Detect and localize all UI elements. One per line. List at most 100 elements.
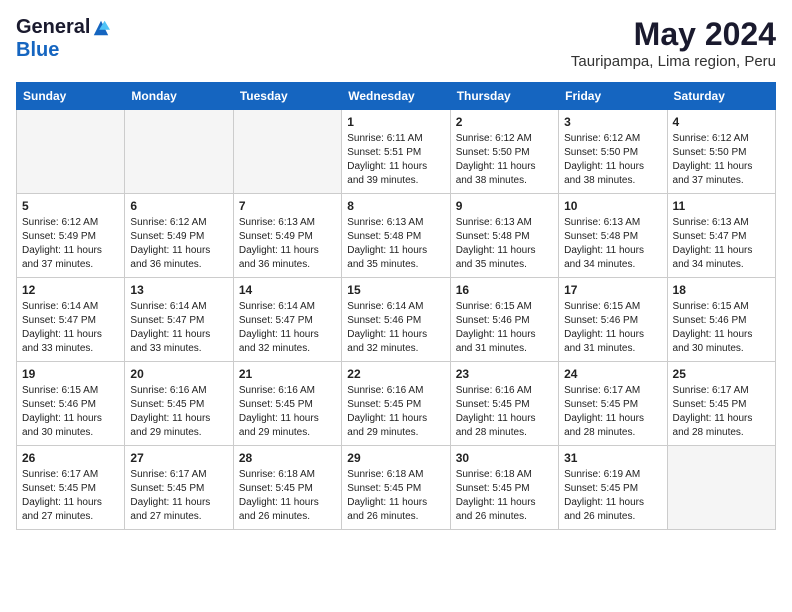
cell-content: Sunrise: 6:13 AMSunset: 5:49 PMDaylight:… [239,216,336,272]
cell-content: Sunrise: 6:12 AMSunset: 5:50 PMDaylight:… [564,132,661,188]
calendar-cell: 2Sunrise: 6:12 AMSunset: 5:50 PMDaylight… [450,110,558,194]
cell-content: Sunrise: 6:18 AMSunset: 5:45 PMDaylight:… [239,468,336,524]
day-number: 7 [239,199,336,213]
calendar-cell: 27Sunrise: 6:17 AMSunset: 5:45 PMDayligh… [125,446,233,530]
cell-content: Sunrise: 6:17 AMSunset: 5:45 PMDaylight:… [130,468,227,524]
cell-content: Sunrise: 6:12 AMSunset: 5:49 PMDaylight:… [130,216,227,272]
day-of-week-header: Monday [125,83,233,110]
calendar-cell: 13 Sunrise: 6:14 AMSunset: 5:47 PMDayligh… [125,278,233,362]
calendar-cell [17,110,125,194]
cell-content: Sunrise: 6:13 AMSunset: 5:48 PMDaylight:… [456,216,553,272]
day-number: 20 [130,367,227,381]
day-number: 25 [673,367,770,381]
day-number: 12 [22,283,119,297]
title-area: May 2024 Tauripampa, Lima region, Peru [571,16,776,70]
calendar-cell: 12 Sunrise: 6:14 AMSunset: 5:47 PMDayligh… [17,278,125,362]
day-number: 8 [347,199,444,213]
cell-content: Sunrise: 6:13 AMSunset: 5:48 PMDaylight:… [347,216,444,272]
calendar-cell: 11Sunrise: 6:13 AMSunset: 5:47 PMDayligh… [667,194,775,278]
cell-content: Sunrise: 6:14 AMSunset: 5:47 PMDaylight:… [22,300,119,356]
day-number: 18 [673,283,770,297]
day-number: 13 [130,283,227,297]
calendar-week-row: 26 Sunrise: 6:17 AMSunset: 5:45 PMDayligh… [17,446,776,530]
calendar-week-row: 12 Sunrise: 6:14 AMSunset: 5:47 PMDayligh… [17,278,776,362]
calendar-cell: 1 Sunrise: 6:11 AMSunset: 5:51 PMDaylight… [342,110,450,194]
cell-content: Sunrise: 6:14 AMSunset: 5:47 PMDaylight:… [130,300,227,356]
cell-content: Sunrise: 6:12 AMSunset: 5:50 PMDaylight:… [456,132,553,188]
logo-icon [92,19,110,37]
cell-content: Sunrise: 6:17 AMSunset: 5:45 PMDaylight:… [564,384,661,440]
day-number: 22 [347,367,444,381]
cell-content: Sunrise: 6:12 AMSunset: 5:49 PMDaylight:… [22,216,119,272]
cell-content: Sunrise: 6:15 AMSunset: 5:46 PMDaylight:… [456,300,553,356]
calendar-cell: 4 Sunrise: 6:12 AMSunset: 5:50 PMDaylight… [667,110,775,194]
day-number: 29 [347,451,444,465]
calendar-week-row: 1 Sunrise: 6:11 AMSunset: 5:51 PMDaylight… [17,110,776,194]
calendar-week-row: 19Sunrise: 6:15 AMSunset: 5:46 PMDayligh… [17,362,776,446]
calendar-cell: 21 Sunrise: 6:16 AMSunset: 5:45 PMDayligh… [233,362,341,446]
cell-content: Sunrise: 6:16 AMSunset: 5:45 PMDaylight:… [456,384,553,440]
day-number: 31 [564,451,661,465]
calendar-cell: 6 Sunrise: 6:12 AMSunset: 5:49 PMDaylight… [125,194,233,278]
cell-content: Sunrise: 6:14 AMSunset: 5:47 PMDaylight:… [239,300,336,356]
cell-content: Sunrise: 6:13 AMSunset: 5:48 PMDaylight:… [564,216,661,272]
day-number: 26 [22,451,119,465]
calendar-header-row: SundayMondayTuesdayWednesdayThursdayFrid… [17,83,776,110]
calendar-cell [667,446,775,530]
day-number: 21 [239,367,336,381]
day-number: 19 [22,367,119,381]
day-number: 15 [347,283,444,297]
cell-content: Sunrise: 6:18 AMSunset: 5:45 PMDaylight:… [456,468,553,524]
day-of-week-header: Thursday [450,83,558,110]
calendar-body: 1 Sunrise: 6:11 AMSunset: 5:51 PMDaylight… [17,110,776,530]
day-number: 4 [673,115,770,129]
calendar-cell: 18 Sunrise: 6:15 AMSunset: 5:46 PMDayligh… [667,278,775,362]
day-number: 30 [456,451,553,465]
day-of-week-header: Wednesday [342,83,450,110]
calendar-cell: 26 Sunrise: 6:17 AMSunset: 5:45 PMDayligh… [17,446,125,530]
calendar-cell: 30 Sunrise: 6:18 AMSunset: 5:45 PMDayligh… [450,446,558,530]
calendar-cell: 20 Sunrise: 6:16 AMSunset: 5:45 PMDayligh… [125,362,233,446]
calendar-cell [125,110,233,194]
day-number: 3 [564,115,661,129]
calendar-cell: 8 Sunrise: 6:13 AMSunset: 5:48 PMDaylight… [342,194,450,278]
day-number: 6 [130,199,227,213]
calendar-cell: 19Sunrise: 6:15 AMSunset: 5:46 PMDayligh… [17,362,125,446]
logo-general: General [16,16,90,39]
day-of-week-header: Sunday [17,83,125,110]
day-of-week-header: Tuesday [233,83,341,110]
calendar-cell: 29 Sunrise: 6:18 AMSunset: 5:45 PMDayligh… [342,446,450,530]
calendar-cell: 25 Sunrise: 6:17 AMSunset: 5:45 PMDayligh… [667,362,775,446]
day-number: 10 [564,199,661,213]
cell-content: Sunrise: 6:11 AMSunset: 5:51 PMDaylight:… [347,132,444,188]
calendar-cell: 16 Sunrise: 6:15 AMSunset: 5:46 PMDayligh… [450,278,558,362]
day-number: 16 [456,283,553,297]
cell-content: Sunrise: 6:16 AMSunset: 5:45 PMDaylight:… [347,384,444,440]
calendar-cell: 15Sunrise: 6:14 AMSunset: 5:46 PMDayligh… [342,278,450,362]
cell-content: Sunrise: 6:17 AMSunset: 5:45 PMDaylight:… [673,384,770,440]
calendar-cell: 23 Sunrise: 6:16 AMSunset: 5:45 PMDayligh… [450,362,558,446]
cell-content: Sunrise: 6:16 AMSunset: 5:45 PMDaylight:… [239,384,336,440]
day-number: 23 [456,367,553,381]
cell-content: Sunrise: 6:18 AMSunset: 5:45 PMDaylight:… [347,468,444,524]
cell-content: Sunrise: 6:16 AMSunset: 5:45 PMDaylight:… [130,384,227,440]
calendar-cell: 24Sunrise: 6:17 AMSunset: 5:45 PMDayligh… [559,362,667,446]
calendar-cell [233,110,341,194]
day-number: 1 [347,115,444,129]
calendar-cell: 28 Sunrise: 6:18 AMSunset: 5:45 PMDayligh… [233,446,341,530]
cell-content: Sunrise: 6:15 AMSunset: 5:46 PMDaylight:… [673,300,770,356]
cell-content: Sunrise: 6:17 AMSunset: 5:45 PMDaylight:… [22,468,119,524]
day-number: 14 [239,283,336,297]
calendar-cell: 9Sunrise: 6:13 AMSunset: 5:48 PMDaylight… [450,194,558,278]
day-number: 28 [239,451,336,465]
calendar-cell: 5Sunrise: 6:12 AMSunset: 5:49 PMDaylight… [17,194,125,278]
logo: General Blue [16,16,110,62]
day-number: 17 [564,283,661,297]
calendar-week-row: 5Sunrise: 6:12 AMSunset: 5:49 PMDaylight… [17,194,776,278]
cell-content: Sunrise: 6:15 AMSunset: 5:46 PMDaylight:… [564,300,661,356]
day-number: 11 [673,199,770,213]
cell-content: Sunrise: 6:12 AMSunset: 5:50 PMDaylight:… [673,132,770,188]
calendar-table: SundayMondayTuesdayWednesdayThursdayFrid… [16,82,776,530]
calendar-cell: 14 Sunrise: 6:14 AMSunset: 5:47 PMDayligh… [233,278,341,362]
calendar-cell: 17 Sunrise: 6:15 AMSunset: 5:46 PMDayligh… [559,278,667,362]
